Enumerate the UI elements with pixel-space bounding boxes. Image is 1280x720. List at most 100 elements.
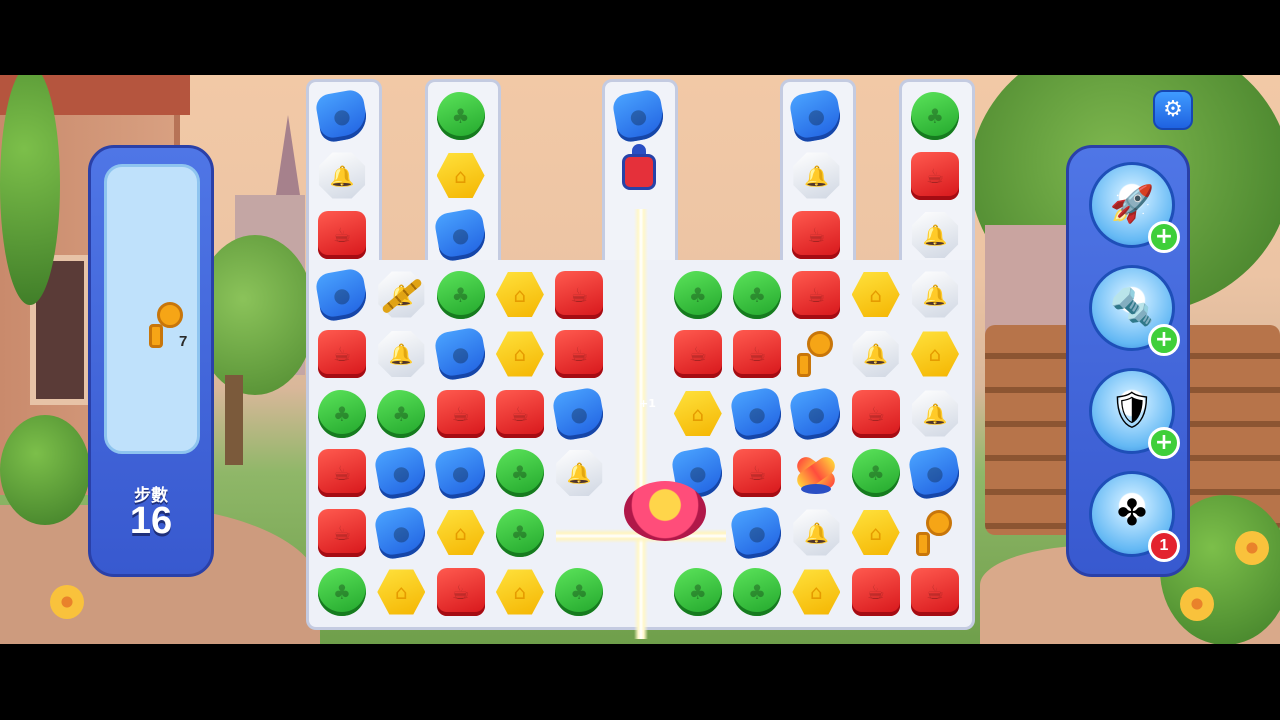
white-bell-gem[interactable]: 🔔 [315,149,369,203]
green-apple-gem[interactable]: ♣ [671,268,725,322]
gem-shape [733,330,782,378]
red-cup-gem[interactable]: ☕ [789,208,843,262]
flower-decoration [1235,531,1269,565]
blue-drop-gem[interactable]: ● [432,445,489,501]
rocket-booster-button[interactable]: 🚀 + [1089,162,1180,253]
yellow-house-gem[interactable]: ⌂ [493,327,547,381]
blue-drop-gem[interactable]: ● [729,504,785,561]
red-cup-gem[interactable]: ☕ [671,327,725,381]
red-cup-gem[interactable]: ☕ [315,446,369,500]
rocket-piece[interactable] [612,144,666,204]
green-apple-gem[interactable]: ♣ [374,387,428,441]
blue-drop-gem[interactable]: ● [907,445,963,501]
red-cup-gem[interactable]: ☕ [908,149,962,203]
red-cup-gem[interactable]: ☕ [315,327,369,381]
red-cup-gem[interactable]: ☕ [493,387,547,441]
yellow-house-gem[interactable]: ⌂ [789,565,843,619]
background-bush [0,415,90,525]
gem-shape [729,504,785,561]
red-cup-gem[interactable]: ☕ [849,565,903,619]
green-apple-gem[interactable]: ♣ [434,89,488,143]
buy-booster-button[interactable]: + [1148,324,1180,356]
gem-shape [495,569,544,615]
propeller-piece[interactable] [789,446,843,500]
white-bell-gem[interactable]: 🔔 [908,387,962,441]
golden-key-icon[interactable] [908,506,962,560]
red-cup-gem[interactable]: ☕ [315,208,369,262]
yellow-house-gem[interactable]: ⌂ [434,149,488,203]
yellow-house-gem[interactable]: ⌂ [434,506,488,560]
green-apple-gem[interactable]: ♣ [493,506,547,560]
goal-key-remaining: 7 [179,333,188,350]
buy-booster-button[interactable]: + [1148,221,1180,253]
gem-shape [673,390,722,437]
gem-shape [555,330,604,378]
red-cup-gem[interactable]: ☕ [730,327,784,381]
yellow-house-gem[interactable]: ⌂ [374,565,428,619]
yellow-house-gem[interactable]: ⌂ [493,268,547,322]
blue-drop-gem[interactable]: ● [551,385,607,442]
gem-shape [733,568,782,616]
blue-drop-gem[interactable]: ● [610,88,667,144]
green-apple-gem[interactable]: ♣ [552,565,606,619]
red-cup-gem[interactable]: ☕ [730,446,784,500]
buy-booster-button[interactable]: + [1148,427,1180,459]
gem-shape [495,389,544,438]
white-bell-gem[interactable]: 🔔 [908,208,962,262]
red-cup-gem[interactable]: ☕ [849,387,903,441]
red-cup-gem[interactable]: ☕ [434,387,488,441]
blue-drop-gem[interactable]: ● [314,266,370,323]
gem-shape [555,270,604,319]
red-cup-gem[interactable]: ☕ [789,268,843,322]
green-apple-gem[interactable]: ♣ [315,565,369,619]
yellow-house-gem[interactable]: ⌂ [908,327,962,381]
white-bell-gem[interactable]: 🔔 [374,327,428,381]
gem-shape [436,152,485,199]
gem-shape [373,504,430,561]
drill-booster-button[interactable]: 🔩 + [1089,265,1180,356]
red-cup-gem[interactable]: ☕ [315,506,369,560]
rocket-blast-beam [634,209,648,639]
blue-drop-gem[interactable]: ● [432,326,489,382]
blue-drop-gem[interactable]: ● [788,385,845,442]
weight-booster-button[interactable]: 🛡 + [1089,368,1180,459]
blue-drop-gem[interactable]: ● [373,445,430,501]
red-cup-gem[interactable]: ☕ [908,565,962,619]
green-apple-gem[interactable]: ♣ [315,387,369,441]
gem-shape [436,270,485,319]
yellow-house-gem[interactable]: ⌂ [849,268,903,322]
green-apple-gem[interactable]: ♣ [849,446,903,500]
white-bell-gem[interactable]: 🔔 [908,268,962,322]
green-apple-gem[interactable]: ♣ [730,268,784,322]
green-apple-gem[interactable]: ♣ [434,268,488,322]
yellow-house-gem[interactable]: ⌂ [849,506,903,560]
propeller-booster-button[interactable]: ✤ 1 [1089,471,1180,562]
blue-drop-gem[interactable]: ● [729,385,785,442]
gem-shape [555,568,604,616]
gem-shape [729,385,785,442]
white-bell-gem[interactable]: 🔔 [849,327,903,381]
gem-shape [792,270,841,319]
yellow-house-gem[interactable]: ⌂ [671,387,725,441]
golden-key-icon[interactable] [789,327,843,381]
settings-button[interactable]: ⚙ [1153,90,1193,130]
red-cup-gem[interactable]: ☕ [434,565,488,619]
spinner-bomb-piece[interactable] [624,481,706,541]
white-bell-gem[interactable]: 🔔 [374,268,428,322]
yellow-house-gem[interactable]: ⌂ [493,565,547,619]
white-bell-gem[interactable]: 🔔 [789,506,843,560]
red-cup-gem[interactable]: ☕ [552,268,606,322]
green-apple-gem[interactable]: ♣ [493,446,547,500]
blue-drop-gem[interactable]: ● [788,88,845,144]
green-apple-gem[interactable]: ♣ [908,89,962,143]
green-apple-gem[interactable]: ♣ [730,565,784,619]
red-cup-gem[interactable]: ☕ [552,327,606,381]
booster-count-badge: 1 [1148,530,1180,562]
white-bell-gem[interactable]: 🔔 [789,149,843,203]
blue-drop-gem[interactable]: ● [373,504,430,561]
blue-drop-gem[interactable]: ● [314,88,370,144]
gem-shape [495,508,544,557]
green-apple-gem[interactable]: ♣ [671,565,725,619]
blue-drop-gem[interactable]: ● [432,207,489,263]
white-bell-gem[interactable]: 🔔 [552,446,606,500]
